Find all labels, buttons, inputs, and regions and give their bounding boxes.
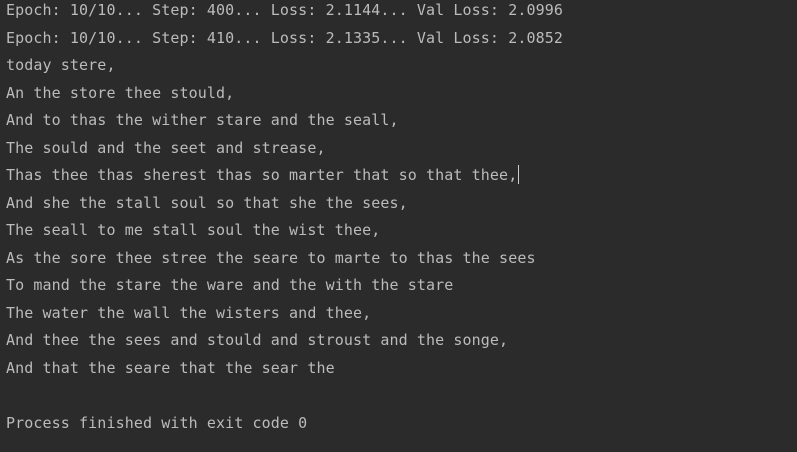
console-line-text-9: To mand the stare the ware and the with … (6, 276, 454, 294)
console-line-text-5-content: Thas thee thas sherest thas so marter th… (6, 166, 518, 184)
console-line-epoch-2: Epoch: 10/10... Step: 410... Loss: 2.133… (6, 28, 563, 47)
console-line-text-10: The water the wall the wisters and thee, (6, 303, 372, 322)
console-line-text-5: Thas thee thas sherest thas so marter th… (6, 164, 797, 192)
console-line-text-3: And to thas the wither stare and the sea… (6, 111, 399, 129)
console-line-text-7: The seall to me stall soul the wist thee… (6, 221, 381, 239)
console-line-text-1: today stere, (6, 56, 116, 74)
console-line-text-2: An the store thee stould, (6, 83, 235, 102)
console-output[interactable]: Epoch: 10/10... Step: 400... Loss: 2.114… (0, 0, 797, 451)
console-line-text-8: As the sore thee stree the seare to mart… (6, 248, 536, 267)
console-line-text-12: And that the seare that the sear the (6, 358, 335, 377)
console-line-text-6: And she the stall soul so that she the s… (6, 193, 408, 212)
console-line-text-11: And thee the sees and stould and stroust… (6, 331, 509, 349)
console-line-epoch-1: Epoch: 10/10... Step: 400... Loss: 2.114… (6, 1, 563, 19)
process-exit-message: Process finished with exit code 0 (6, 413, 308, 432)
text-cursor (518, 165, 520, 184)
console-line-text-4: The sould and the seet and strease, (6, 138, 326, 157)
